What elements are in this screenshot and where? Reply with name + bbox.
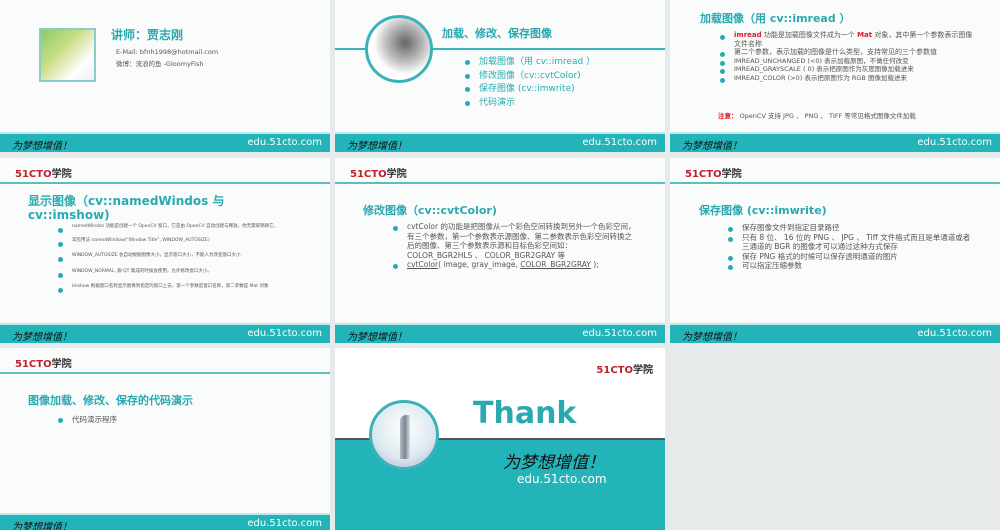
- slide-agenda[interactable]: 加载、修改、保存图像 加载图像（用 cv::imread ） 修改图像（cv::…: [335, 0, 665, 152]
- weibo-text: 微博：流浪的鱼 -GloomyFish: [116, 60, 204, 68]
- list-item: cvtColor 的功能是把图像从一个彩色空间转换到另外一个色彩空间，有三个参数…: [391, 222, 636, 260]
- list-item: 可以指定压缩参数: [726, 261, 971, 271]
- agenda-list: 加载图像（用 cv::imread ） 修改图像（cv::cvtColor) 保…: [463, 56, 595, 110]
- slide-thanks[interactable]: 51CTO学院 Thank 为梦想增值！ edu.51cto.com: [335, 348, 665, 530]
- slogan: 为梦想增值！: [12, 141, 72, 152]
- site-url: edu.51cto.com: [917, 137, 992, 148]
- building-photo-icon: [369, 400, 439, 470]
- note-text: 注意： OpenCV 支持 JPG 、 PNG 、 TIFF 等常见格式图像文件…: [718, 112, 916, 120]
- slide-footer: 为梦想增值！ edu.51cto.com: [0, 323, 330, 343]
- pencil-icon: [365, 15, 433, 83]
- slogan: 为梦想增值！: [347, 141, 407, 152]
- list-item: cvtColor( image, gray_image, COLOR_BGR2G…: [391, 260, 636, 270]
- slide-footer: 为梦想增值！ edu.51cto.com: [0, 132, 330, 152]
- list-item: IMREAD_COLOR (>0) 表示把原图作为 RGB 图像加载进来: [718, 74, 978, 82]
- header-line: [0, 182, 330, 184]
- slide-footer: 为梦想增值！ edu.51cto.com: [670, 132, 1000, 152]
- bullet-list: imread 功能是加载图像文件成为一个 Mat 对象，其中第一个参数表示图像文…: [718, 31, 978, 82]
- bullet-list: cvtColor 的功能是把图像从一个彩色空间转换到另外一个色彩空间，有三个参数…: [391, 222, 636, 270]
- slogan: 为梦想增值！: [682, 141, 742, 152]
- list-item: namedWindos 功能是创建一个 OpenCV 窗口，它是由 OpenCV…: [56, 224, 301, 233]
- list-item: 保存图像 (cv::imwrite): [463, 83, 595, 97]
- list-item: IMREAD_UNCHANGED (<0) 表示加载原图，不做任何改变: [718, 57, 978, 65]
- list-item: 保存 PNG 格式的时候可以保存透明通道的图片: [726, 252, 971, 262]
- slide-cvtcolor[interactable]: 51CTO学院 修改图像（cv::cvtColor) cvtColor 的功能是…: [335, 158, 665, 343]
- slide-imshow[interactable]: 51CTO学院 显示图像（cv::namedWindos 与 cv::imsho…: [0, 158, 330, 343]
- slide-code-demo[interactable]: 51CTO学院 图像加载、修改、保存的代码演示 代码演示程序 为梦想增值！ edu…: [0, 348, 330, 530]
- bullet-list: 保存图像文件到指定目录路径 只有 8 位、 16 位的 PNG 、 JPG 、 …: [726, 223, 971, 271]
- list-item: 第二个参数，表示加载的图像是什么类型，支持常见的三个参数值: [718, 48, 978, 57]
- site-url: edu.51cto.com: [917, 328, 992, 339]
- slogan: 为梦想增值！: [12, 522, 72, 530]
- slogan: 为梦想增值！: [682, 332, 742, 343]
- slide-footer: 为梦想增值！ edu.51cto.com: [335, 323, 665, 343]
- slide-title: 讲师：贾志刚: [111, 28, 184, 42]
- slogan: 为梦想增值！: [347, 332, 407, 343]
- header-line: [0, 372, 330, 374]
- site-url: edu.51cto.com: [247, 137, 322, 148]
- list-item: 修改图像（cv::cvtColor): [463, 70, 595, 84]
- 51cto-logo: 51CTO学院: [15, 169, 72, 180]
- site-url: edu.51cto.com: [582, 328, 657, 339]
- list-item: 代码演示: [463, 97, 595, 111]
- site-url: edu.51cto.com: [247, 518, 322, 529]
- slide-title: 保存图像 (cv::imwrite): [699, 204, 827, 217]
- slide-imwrite[interactable]: 51CTO学院 保存图像 (cv::imwrite) 保存图像文件到指定目录路径…: [670, 158, 1000, 343]
- list-item: IMREAD_GRAYSCALE ( 0) 表示把原图作为灰度图像加载进来: [718, 65, 978, 74]
- 51cto-logo: 51CTO学院: [350, 169, 407, 180]
- slide-title: 加载图像（用 cv::imread ）: [700, 12, 851, 25]
- slide-title: 图像加载、修改、保存的代码演示: [28, 394, 193, 407]
- site-url: edu.51cto.com: [247, 328, 322, 339]
- bullet-list: 代码演示程序: [56, 414, 117, 425]
- site-url: edu.51cto.com: [517, 472, 607, 486]
- slide-footer: 为梦想增值！ edu.51cto.com: [335, 132, 665, 152]
- list-item: 常见用法 namedWindow("Window Title", WINDOW_…: [56, 238, 301, 246]
- instructor-photo: [39, 28, 96, 82]
- site-url: edu.51cto.com: [582, 137, 657, 148]
- list-item: imshow 根据窗口名称显示图像到指定的窗口上去，第一个参数是窗口名称，第二参…: [56, 284, 301, 293]
- slide-title: 显示图像（cv::namedWindos 与 cv::imshow): [28, 194, 225, 222]
- list-item: WINDOW_AUTOSIZE 会自动根据图像大小，显示窗口大小，不能人为改变窗…: [56, 253, 301, 262]
- slogan: 为梦想增值！: [503, 453, 605, 473]
- 51cto-logo: 51CTO学院: [685, 169, 742, 180]
- list-item: 保存图像文件到指定目录路径: [726, 223, 971, 233]
- slogan: 为梦想增值！: [12, 332, 72, 343]
- list-item: imread 功能是加载图像文件成为一个 Mat 对象，其中第一个参数表示图像文…: [718, 31, 978, 48]
- list-item: 加载图像（用 cv::imread ）: [463, 56, 595, 70]
- slide-title: 加载、修改、保存图像: [442, 27, 552, 40]
- slide-instructor[interactable]: 讲师：贾志刚 E-Mail: bfnh1998@hotmail.com 微博：流…: [0, 0, 330, 152]
- slide-footer: 为梦想增值！ edu.51cto.com: [0, 513, 330, 530]
- list-item: 只有 8 位、 16 位的 PNG 、 JPG 、 Tiff 文件格式而且是单通…: [726, 233, 971, 252]
- bullet-list: namedWindos 功能是创建一个 OpenCV 窗口，它是由 OpenCV…: [56, 224, 301, 293]
- 51cto-logo: 51CTO学院: [596, 365, 653, 376]
- thank-title: Thank: [473, 396, 577, 431]
- slide-imread[interactable]: 加载图像（用 cv::imread ） imread 功能是加载图像文件成为一个…: [670, 0, 1000, 152]
- slide-title: 修改图像（cv::cvtColor): [363, 204, 497, 217]
- list-item: WINDOW_NORMAL, 跟 QT 集成的时候会使用，允许修改窗口大小。: [56, 269, 301, 277]
- list-item: 代码演示程序: [56, 414, 117, 425]
- email-text: E-Mail: bfnh1998@hotmail.com: [116, 48, 219, 56]
- slide-footer: 为梦想增值！ edu.51cto.com: [670, 323, 1000, 343]
- 51cto-logo: 51CTO学院: [15, 359, 72, 370]
- header-line: [335, 182, 665, 184]
- header-line: [670, 182, 1000, 184]
